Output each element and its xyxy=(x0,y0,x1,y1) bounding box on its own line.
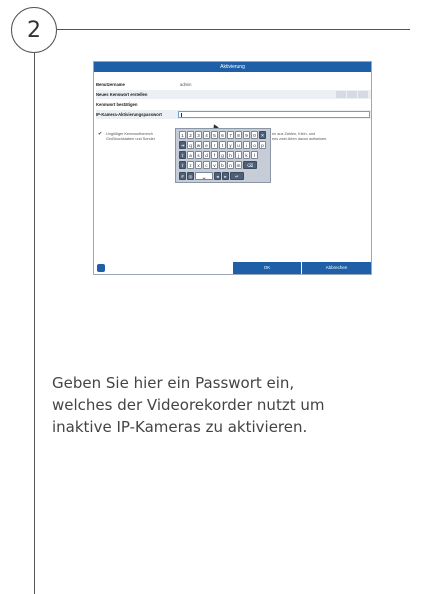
key[interactable]: b xyxy=(219,161,226,169)
dialog-title: Aktivierung xyxy=(94,62,371,72)
instruction-line-2: welches der Videorekorder nutzt um xyxy=(52,396,325,414)
password-strength-indicator xyxy=(336,91,368,98)
keyboard-row-zxcv: ⇧ z x c v b n m ⌫ xyxy=(179,161,257,169)
new-password-label: Neues Kennwort erstellen xyxy=(96,92,148,97)
key[interactable]: m xyxy=(235,161,242,169)
key[interactable]: a xyxy=(187,151,194,159)
left-divider xyxy=(34,53,35,594)
key[interactable]: n xyxy=(227,161,234,169)
activation-dialog-screenshot: Aktivierung Benutzername admin Neues Ken… xyxy=(93,61,372,275)
hint-line-2-right: ens zwei Arten davon aufweisen. xyxy=(272,137,328,141)
key[interactable]: g xyxy=(219,151,226,159)
globe-icon[interactable]: ◎ xyxy=(187,172,194,180)
ip-camera-password-row: IP-Kamera-Aktivierungspasswort xyxy=(96,110,371,119)
key[interactable]: 7 xyxy=(227,131,234,139)
key[interactable]: 6 xyxy=(219,131,226,139)
key[interactable]: h xyxy=(227,151,234,159)
instruction-line-3: inaktive IP-Kameras zu aktivieren. xyxy=(52,418,308,436)
key[interactable]: u xyxy=(235,141,242,149)
symbols-key-icon[interactable]: # xyxy=(179,172,186,180)
key[interactable]: 4 xyxy=(203,131,210,139)
username-label: Benutzername xyxy=(96,82,125,87)
key[interactable]: o xyxy=(251,141,258,149)
step-number: 2 xyxy=(27,17,41,43)
backspace-icon[interactable]: ⌫ xyxy=(243,161,257,169)
keyboard-row-qwerty: ⇥ q w e r t y u i o p xyxy=(179,141,266,149)
key[interactable]: t xyxy=(219,141,226,149)
arrow-right-icon[interactable]: ▸ xyxy=(222,172,229,180)
key[interactable]: 8 xyxy=(235,131,242,139)
shift-icon[interactable]: ⇧ xyxy=(179,161,186,169)
key[interactable]: v xyxy=(211,161,218,169)
key[interactable]: 1 xyxy=(179,131,186,139)
username-row: Benutzername admin xyxy=(96,80,371,89)
instruction-text: Geben Sie hier ein Passwort ein, welches… xyxy=(52,372,412,438)
key[interactable]: 0 xyxy=(251,131,258,139)
key[interactable]: i xyxy=(243,141,250,149)
enter-icon[interactable]: ↵ xyxy=(230,172,244,180)
key[interactable]: 2 xyxy=(187,131,194,139)
key[interactable]: j xyxy=(235,151,242,159)
key[interactable]: s xyxy=(195,151,202,159)
confirm-password-row: Kennwort bestätigen xyxy=(96,100,371,109)
key[interactable]: 3 xyxy=(195,131,202,139)
key[interactable]: c xyxy=(203,161,210,169)
key[interactable]: p xyxy=(259,141,266,149)
caps-lock-icon[interactable]: ⇪ xyxy=(179,151,186,159)
key[interactable]: z xyxy=(187,161,194,169)
check-icon: ✔ xyxy=(98,131,103,137)
dialog-button-bar: OK Abbrechen xyxy=(94,262,371,274)
key[interactable]: x xyxy=(195,161,202,169)
ok-button[interactable]: OK xyxy=(233,262,301,274)
text-caret xyxy=(181,113,182,117)
help-icon[interactable] xyxy=(97,264,105,272)
key[interactable]: w xyxy=(195,141,202,149)
new-password-row: Neues Kennwort erstellen xyxy=(96,90,371,99)
top-divider xyxy=(57,29,410,30)
key[interactable]: e xyxy=(203,141,210,149)
key[interactable]: l xyxy=(251,151,258,159)
key[interactable]: r xyxy=(211,141,218,149)
space-bar-icon[interactable]: ␣ xyxy=(195,172,213,180)
ip-camera-password-label: IP-Kamera-Aktivierungspasswort xyxy=(96,112,162,117)
on-screen-keyboard: 1 2 3 4 5 6 7 8 9 0 ✕ ⇥ q w e r t y u i … xyxy=(175,128,271,183)
key[interactable]: k xyxy=(243,151,250,159)
keyboard-row-numbers: 1 2 3 4 5 6 7 8 9 0 ✕ xyxy=(179,131,266,139)
instruction-line-1: Geben Sie hier ein Passwort ein, xyxy=(52,374,295,392)
keyboard-row-asdf: ⇪ a s d f g h j k l xyxy=(179,151,258,159)
ip-camera-password-input[interactable] xyxy=(178,111,370,118)
key[interactable]: f xyxy=(211,151,218,159)
hint-line-2-left: Großbuchstaben und Sonder xyxy=(106,137,155,141)
close-keyboard-icon[interactable]: ✕ xyxy=(259,131,266,139)
key[interactable]: y xyxy=(227,141,234,149)
keyboard-row-controls: # ◎ ␣ ◂ ▸ ↵ xyxy=(179,172,244,180)
key[interactable]: d xyxy=(203,151,210,159)
tab-key-icon[interactable]: ⇥ xyxy=(179,141,186,149)
username-value: admin xyxy=(180,82,192,87)
key[interactable]: 5 xyxy=(211,131,218,139)
key[interactable]: 9 xyxy=(243,131,250,139)
confirm-password-label: Kennwort bestätigen xyxy=(96,102,138,107)
step-number-badge: 2 xyxy=(11,7,57,53)
key[interactable]: q xyxy=(187,141,194,149)
arrow-left-icon[interactable]: ◂ xyxy=(214,172,221,180)
cancel-button[interactable]: Abbrechen xyxy=(302,262,371,274)
